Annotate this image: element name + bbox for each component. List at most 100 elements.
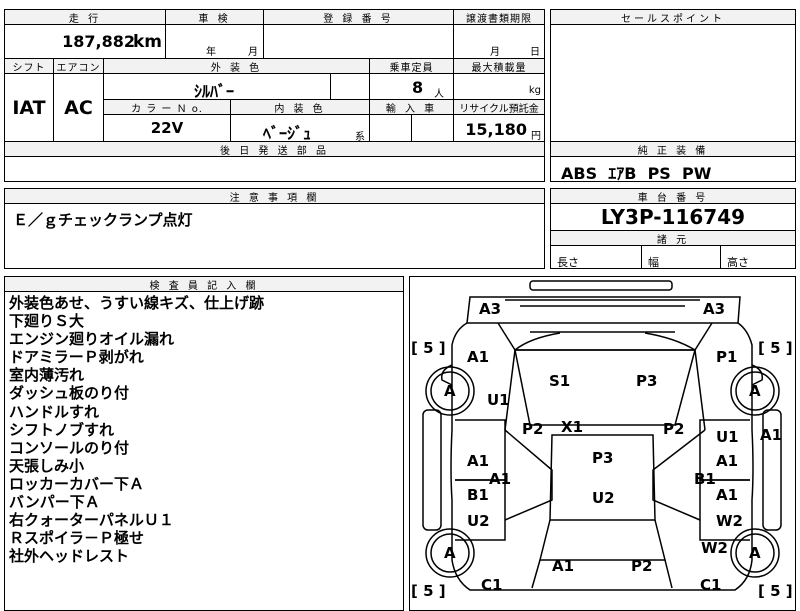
inspector-cell: 外装色あせ、うすい線キズ、仕上げ跡 下廻りＳ大 エンジン廻りオイル漏れ ドアミラ… bbox=[4, 291, 404, 611]
inspection-cell: 年 月 bbox=[165, 24, 264, 59]
height-label: 高さ bbox=[727, 256, 749, 269]
width-cell: 幅 bbox=[641, 245, 721, 269]
interior-color-header: 内 装 色 bbox=[230, 99, 370, 115]
mark-front-right: A3 bbox=[703, 300, 726, 318]
mark-sill-left: A1 bbox=[489, 470, 512, 488]
tread-rear-right: [ 5 ] bbox=[758, 582, 793, 600]
interior-color-cell: ﾍﾞｰｼﾞｭ 系 bbox=[230, 114, 370, 143]
mark-windshield-right: P3 bbox=[636, 372, 658, 390]
mark-quarter-right: W2 bbox=[701, 539, 728, 557]
load-unit: kg bbox=[528, 85, 541, 96]
height-cell: 高さ bbox=[720, 245, 796, 269]
import-cell-1 bbox=[369, 114, 412, 142]
exterior-color-header: 外 装 色 bbox=[103, 58, 370, 74]
tire-front-right-label: A bbox=[749, 382, 761, 400]
recycle-header: リサイクル預託金 bbox=[453, 99, 545, 115]
mileage-unit: km bbox=[132, 32, 162, 52]
max-load-header: 最大積載量 bbox=[453, 58, 545, 74]
tread-front-right: [ 5 ] bbox=[758, 339, 793, 357]
shift-header: シフト bbox=[4, 58, 54, 74]
inspector-line: 社外ヘッドレスト bbox=[9, 547, 130, 566]
mark-rear-left: C1 bbox=[481, 576, 503, 594]
import-cell-2 bbox=[411, 114, 454, 142]
inspector-notes: 外装色あせ、うすい線キズ、仕上げ跡 下廻りＳ大 エンジン廻りオイル漏れ ドアミラ… bbox=[9, 294, 264, 565]
capacity-header: 乗車定員 bbox=[369, 58, 454, 74]
import-header: 輸 入 車 bbox=[369, 99, 454, 115]
sales-point-cell bbox=[550, 24, 796, 142]
mark-rear-roof: U2 bbox=[592, 489, 615, 507]
inspector-line: Ｒスポイラ－Ｐ極せ bbox=[9, 529, 145, 548]
exterior-color-extra-cell bbox=[330, 73, 370, 100]
mark-mirror-left: U1 bbox=[487, 391, 510, 409]
registration-header: 登 録 番 号 bbox=[263, 9, 454, 25]
chassis-cell: LY3P-116749 bbox=[550, 203, 796, 231]
mileage-header: 走 行 bbox=[4, 9, 166, 25]
mark-door-front-left: A1 bbox=[467, 452, 490, 470]
width-label: 幅 bbox=[648, 256, 659, 269]
equipment-cell: ABS ｴｱB PS PW bbox=[550, 156, 796, 183]
mark-roof: P3 bbox=[592, 449, 614, 467]
color-no-value: 22V bbox=[150, 119, 184, 137]
inspector-line: 外装色あせ、うすい線キズ、仕上げ跡 bbox=[9, 294, 265, 312]
inspector-line: 天張しみ小 bbox=[9, 456, 85, 475]
inspector-line: 右クォーターパネルＵ１ bbox=[9, 511, 174, 530]
mark-pillar-left: P2 bbox=[522, 420, 544, 438]
transfer-deadline-cell: 月 日 bbox=[453, 24, 545, 59]
shift-cell: IAT bbox=[4, 73, 54, 142]
later-parts-header: 後 日 発 送 部 品 bbox=[4, 141, 545, 157]
mark-door-front-right-1: U1 bbox=[716, 428, 739, 446]
equipment-value: ABS ｴｱB PS PW bbox=[561, 164, 712, 183]
mileage-cell: 187,882 km bbox=[4, 24, 166, 59]
chassis-value: LY3P-116749 bbox=[600, 205, 746, 229]
max-load-cell: kg bbox=[453, 73, 545, 100]
inspection-year-unit: 年 bbox=[206, 47, 216, 58]
tire-rear-right-label: A bbox=[749, 544, 761, 562]
registration-cell bbox=[263, 24, 454, 59]
inspector-line: エンジン廻りオイル漏れ bbox=[9, 330, 175, 349]
recycle-unit: 円 bbox=[531, 131, 541, 142]
mark-windshield-left: S1 bbox=[549, 372, 571, 390]
mark-trunk-left: A1 bbox=[552, 557, 575, 575]
length-label: 長さ bbox=[557, 256, 579, 269]
mark-sill-right: B1 bbox=[694, 470, 716, 488]
mark-door-rear-right-1: A1 bbox=[716, 486, 739, 504]
caution-value: Ｅ／ｇチェックランプ点灯 bbox=[13, 211, 193, 229]
mark-roof-top: X1 bbox=[561, 418, 584, 436]
inspector-line: 下廻りＳ大 bbox=[9, 312, 85, 331]
length-cell: 長さ bbox=[550, 245, 642, 269]
shift-value: IAT bbox=[12, 96, 46, 119]
color-no-header: カ ラ ー Ｎ o. bbox=[103, 99, 231, 115]
tire-rear-left-label: A bbox=[444, 544, 456, 562]
caution-cell: Ｅ／ｇチェックランプ点灯 bbox=[4, 203, 545, 269]
inspector-header: 検 査 員 記 入 欄 bbox=[4, 276, 404, 292]
mark-fender-right: P1 bbox=[716, 348, 738, 366]
mark-door-rear-right-2: W2 bbox=[716, 512, 743, 530]
mark-rear-right: C1 bbox=[700, 576, 722, 594]
mark-door-front-right-2: A1 bbox=[716, 452, 739, 470]
caution-header: 注 意 事 項 欄 bbox=[4, 188, 545, 204]
capacity-value: 8 bbox=[412, 78, 424, 97]
tread-rear-left: [ 5 ] bbox=[411, 582, 446, 600]
transfer-deadline-header: 譲渡書類期限 bbox=[453, 9, 545, 25]
recycle-cell: 15,180 円 bbox=[453, 114, 545, 142]
tire-front-left-label: A bbox=[444, 382, 456, 400]
inspector-line: コンソールのり付 bbox=[9, 438, 130, 457]
inspection-header: 車 検 bbox=[165, 9, 264, 25]
aircon-cell: AC bbox=[53, 73, 104, 142]
recycle-value: 15,180 bbox=[465, 120, 527, 139]
dimensions-header: 諸 元 bbox=[550, 230, 796, 246]
inspector-line: ドアミラーＰ剥がれ bbox=[9, 348, 144, 367]
mark-right-edge: A1 bbox=[760, 426, 783, 444]
chassis-header: 車 台 番 号 bbox=[550, 188, 796, 204]
aircon-value: AC bbox=[64, 96, 93, 119]
equipment-header: 純 正 装 備 bbox=[550, 141, 796, 157]
inspector-line: ロッカーカバー下Ａ bbox=[9, 474, 145, 493]
capacity-cell: 8 人 bbox=[369, 73, 454, 100]
capacity-unit: 人 bbox=[434, 89, 444, 100]
transfer-month-unit: 月 bbox=[490, 47, 500, 58]
mark-door-rear-left-2: U2 bbox=[467, 512, 490, 530]
tread-front-left: [ 5 ] bbox=[411, 339, 446, 357]
inspector-line: ダッシュ板のり付 bbox=[9, 384, 130, 403]
mark-pillar-right: P2 bbox=[663, 420, 685, 438]
inspection-month-unit: 月 bbox=[248, 47, 258, 58]
